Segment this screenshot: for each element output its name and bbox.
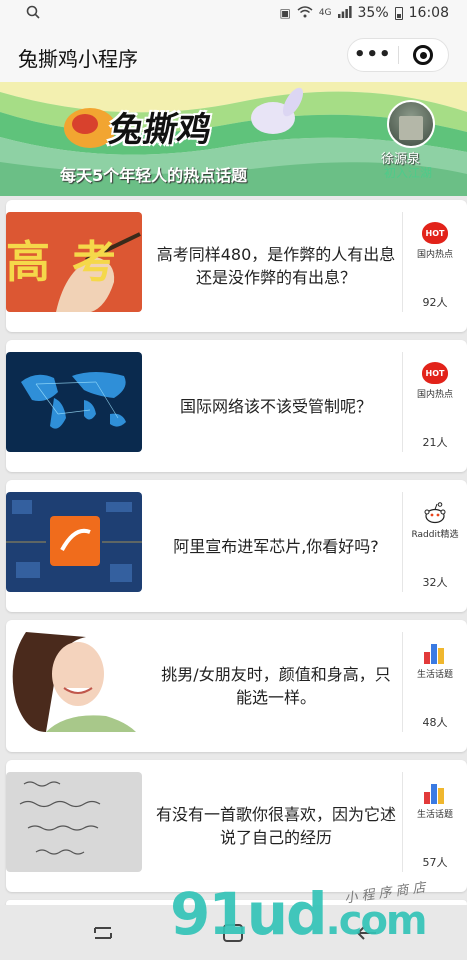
topic-card[interactable]: 国际网络该不该受管制呢？ HOT 国内热点 21人 (6, 340, 467, 472)
topic-card[interactable]: 阿里宣布进军芯片,你看好吗? Raddit精选 32人 (6, 480, 467, 612)
signal-icon (337, 5, 352, 21)
topic-title: 有没有一首歌你很喜欢，因为它述说了自己的经历 (156, 805, 397, 847)
participant-count: 32人 (422, 576, 448, 589)
more-button[interactable]: ••• (348, 40, 398, 70)
battery-icon (394, 6, 403, 20)
topic-category: Raddit精选 (403, 502, 467, 540)
topic-thumbnail (6, 492, 142, 592)
menu-capsule: ••• (347, 38, 449, 72)
nav-bar: 兔撕鸡小程序 ••• (0, 28, 467, 82)
category-label: 国内热点 (416, 390, 453, 400)
reddit-icon (423, 502, 447, 524)
buildings-icon (424, 642, 446, 664)
search-icon (26, 5, 40, 23)
participant-count: 92人 (422, 296, 448, 309)
brand-logo-text: 兔撕鸡 (105, 110, 215, 150)
topic-title: 国际网络该不该受管制呢？ (179, 396, 372, 416)
topic-category: 生活话题 (403, 782, 467, 820)
nfc-icon: ▣ (279, 6, 291, 20)
banner: 兔撕鸡 每天5个年轻人的热点话题 徐源泉 初入江湖 (0, 82, 467, 196)
topic-title: 高考同样480，是作弊的人有出息还是没作弊的有出息？ (156, 245, 396, 287)
category-label: 生活话题 (416, 670, 453, 680)
topic-card[interactable]: 挑男/女朋友时，颜值和身高，只能选一样。 生活话题 48人 (6, 620, 467, 752)
hot-icon: HOT (422, 362, 448, 384)
user-avatar[interactable] (387, 100, 435, 148)
status-bar: ▣ 4G 35% 16:08 (0, 0, 467, 28)
topic-category: 生活话题 (403, 642, 467, 680)
battery-percent: 35% (357, 5, 389, 21)
user-level-tag: 初入江湖 (384, 166, 433, 180)
topic-thumbnail (6, 352, 142, 452)
recent-apps-icon[interactable] (92, 923, 114, 948)
participant-count: 21人 (422, 436, 448, 449)
page-title: 兔撕鸡小程序 (18, 47, 138, 71)
target-icon (413, 45, 434, 65)
topic-thumbnail (6, 772, 142, 872)
category-label: Raddit精选 (411, 530, 459, 540)
topic-thumbnail (6, 632, 142, 732)
buildings-icon (424, 782, 446, 804)
topic-category: HOT 国内热点 (403, 362, 467, 400)
network-type: 4G (318, 8, 332, 18)
thumbnail-text: 高考 (6, 237, 138, 288)
topic-category: HOT 国内热点 (403, 222, 467, 260)
topic-title: 阿里宣布进军芯片,你看好吗? (173, 536, 379, 556)
topic-card[interactable]: 有没有一首歌你很喜欢，因为它述说了自己的经历 生活话题 57人 (6, 760, 467, 892)
banner-slogan: 每天5个年轻人的热点话题 (60, 166, 248, 185)
topic-thumbnail: 高考 (6, 212, 142, 312)
hot-icon: HOT (422, 222, 448, 244)
close-miniprogram-button[interactable] (398, 45, 448, 65)
category-label: 国内热点 (416, 250, 453, 260)
topic-title: 挑男/女朋友时，颜值和身高，只能选一样。 (161, 665, 391, 707)
wifi-icon (297, 5, 313, 21)
category-label: 生活话题 (416, 810, 453, 820)
participant-count: 57人 (422, 856, 448, 869)
topic-card[interactable]: 高考 高考同样480，是作弊的人有出息还是没作弊的有出息？ HOT 国内热点 9… (6, 200, 467, 332)
participant-count: 48人 (422, 716, 448, 729)
clock: 16:08 (408, 5, 449, 21)
